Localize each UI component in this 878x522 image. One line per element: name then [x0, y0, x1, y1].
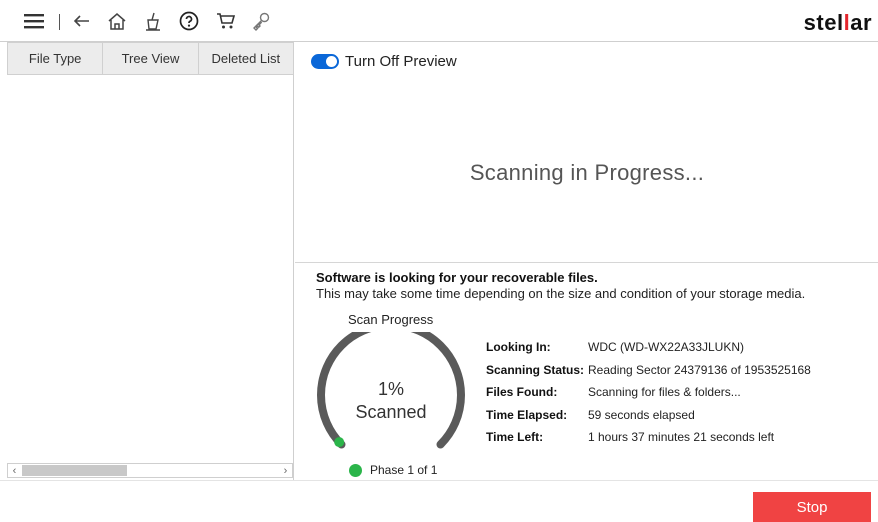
- scroll-left-icon[interactable]: ‹: [8, 464, 21, 477]
- detail-key: Time Left:: [486, 430, 544, 445]
- scan-progress-label: Scan Progress: [348, 312, 434, 327]
- tab-tree-view[interactable]: Tree View: [103, 42, 199, 75]
- detail-value: Scanning for files & folders...: [588, 385, 741, 400]
- scroll-right-icon[interactable]: ›: [279, 464, 292, 477]
- detail-time-left: Time Left: 1 hours 37 minutes 21 seconds…: [486, 426, 811, 449]
- detail-key: Time Elapsed:: [486, 407, 568, 422]
- menu-icon[interactable]: [22, 10, 46, 32]
- stop-button[interactable]: Stop: [753, 492, 871, 522]
- scan-heading: Software is looking for your recoverable…: [316, 270, 598, 285]
- divider: [295, 262, 878, 263]
- key-icon[interactable]: [250, 10, 272, 32]
- clean-icon[interactable]: [142, 10, 164, 32]
- stellar-logo: stellar: [803, 10, 872, 35]
- back-arrow-icon[interactable]: [71, 10, 93, 32]
- scrollbar-thumb[interactable]: [22, 465, 127, 476]
- detail-key: Scanning Status:: [486, 362, 585, 377]
- view-tabs: File Type Tree View Deleted List: [7, 42, 294, 75]
- scanned-label: Scanned: [355, 402, 427, 422]
- phase-indicator: Phase 1 of 1: [349, 463, 437, 477]
- preview-toggle-row: Turn Off Preview: [311, 53, 457, 70]
- gauge-text: 1% Scanned: [312, 378, 470, 424]
- detail-key: Looking In:: [486, 340, 551, 355]
- toolbar-separator: [59, 14, 60, 30]
- detail-value: Reading Sector 24379136 of 1953525168: [588, 362, 811, 377]
- scan-percent: 1%: [377, 379, 404, 399]
- toolbar: stellar: [0, 0, 878, 42]
- toggle-knob: [326, 56, 337, 67]
- preview-toggle[interactable]: [311, 54, 339, 69]
- detail-value: 1 hours 37 minutes 21 seconds left: [588, 430, 775, 445]
- tab-file-type[interactable]: File Type: [7, 42, 104, 75]
- phase-text: Phase 1 of 1: [370, 463, 438, 477]
- preview-toggle-label: Turn Off Preview: [345, 53, 457, 70]
- detail-looking-in: Looking In: WDC (WD-WX22A33JLUKN): [486, 336, 811, 359]
- scan-subheading: This may take some time depending on the…: [316, 286, 806, 301]
- home-icon[interactable]: [106, 10, 128, 32]
- gauge-progress-dot: [334, 437, 345, 448]
- detail-value: WDC (WD-WX22A33JLUKN): [588, 340, 745, 355]
- detail-time-elapsed: Time Elapsed: 59 seconds elapsed: [486, 404, 811, 427]
- cart-icon[interactable]: [215, 10, 237, 32]
- help-icon[interactable]: [178, 10, 200, 32]
- detail-scanning-status: Scanning Status: Reading Sector 24379136…: [486, 359, 811, 382]
- horizontal-scrollbar[interactable]: ‹ ›: [7, 463, 293, 478]
- scan-status-title: Scanning in Progress...: [469, 160, 705, 185]
- tab-deleted-list[interactable]: Deleted List: [198, 42, 294, 75]
- left-panel: File Type Tree View Deleted List ‹ ›: [7, 42, 294, 480]
- phase-status-icon: [349, 463, 362, 477]
- footer-divider: [0, 480, 878, 481]
- scan-details: Looking In: WDC (WD-WX22A33JLUKN) Scanni…: [486, 336, 811, 449]
- detail-value: 59 seconds elapsed: [588, 407, 695, 422]
- detail-key: Files Found:: [486, 385, 558, 400]
- detail-files-found: Files Found: Scanning for files & folder…: [486, 381, 811, 404]
